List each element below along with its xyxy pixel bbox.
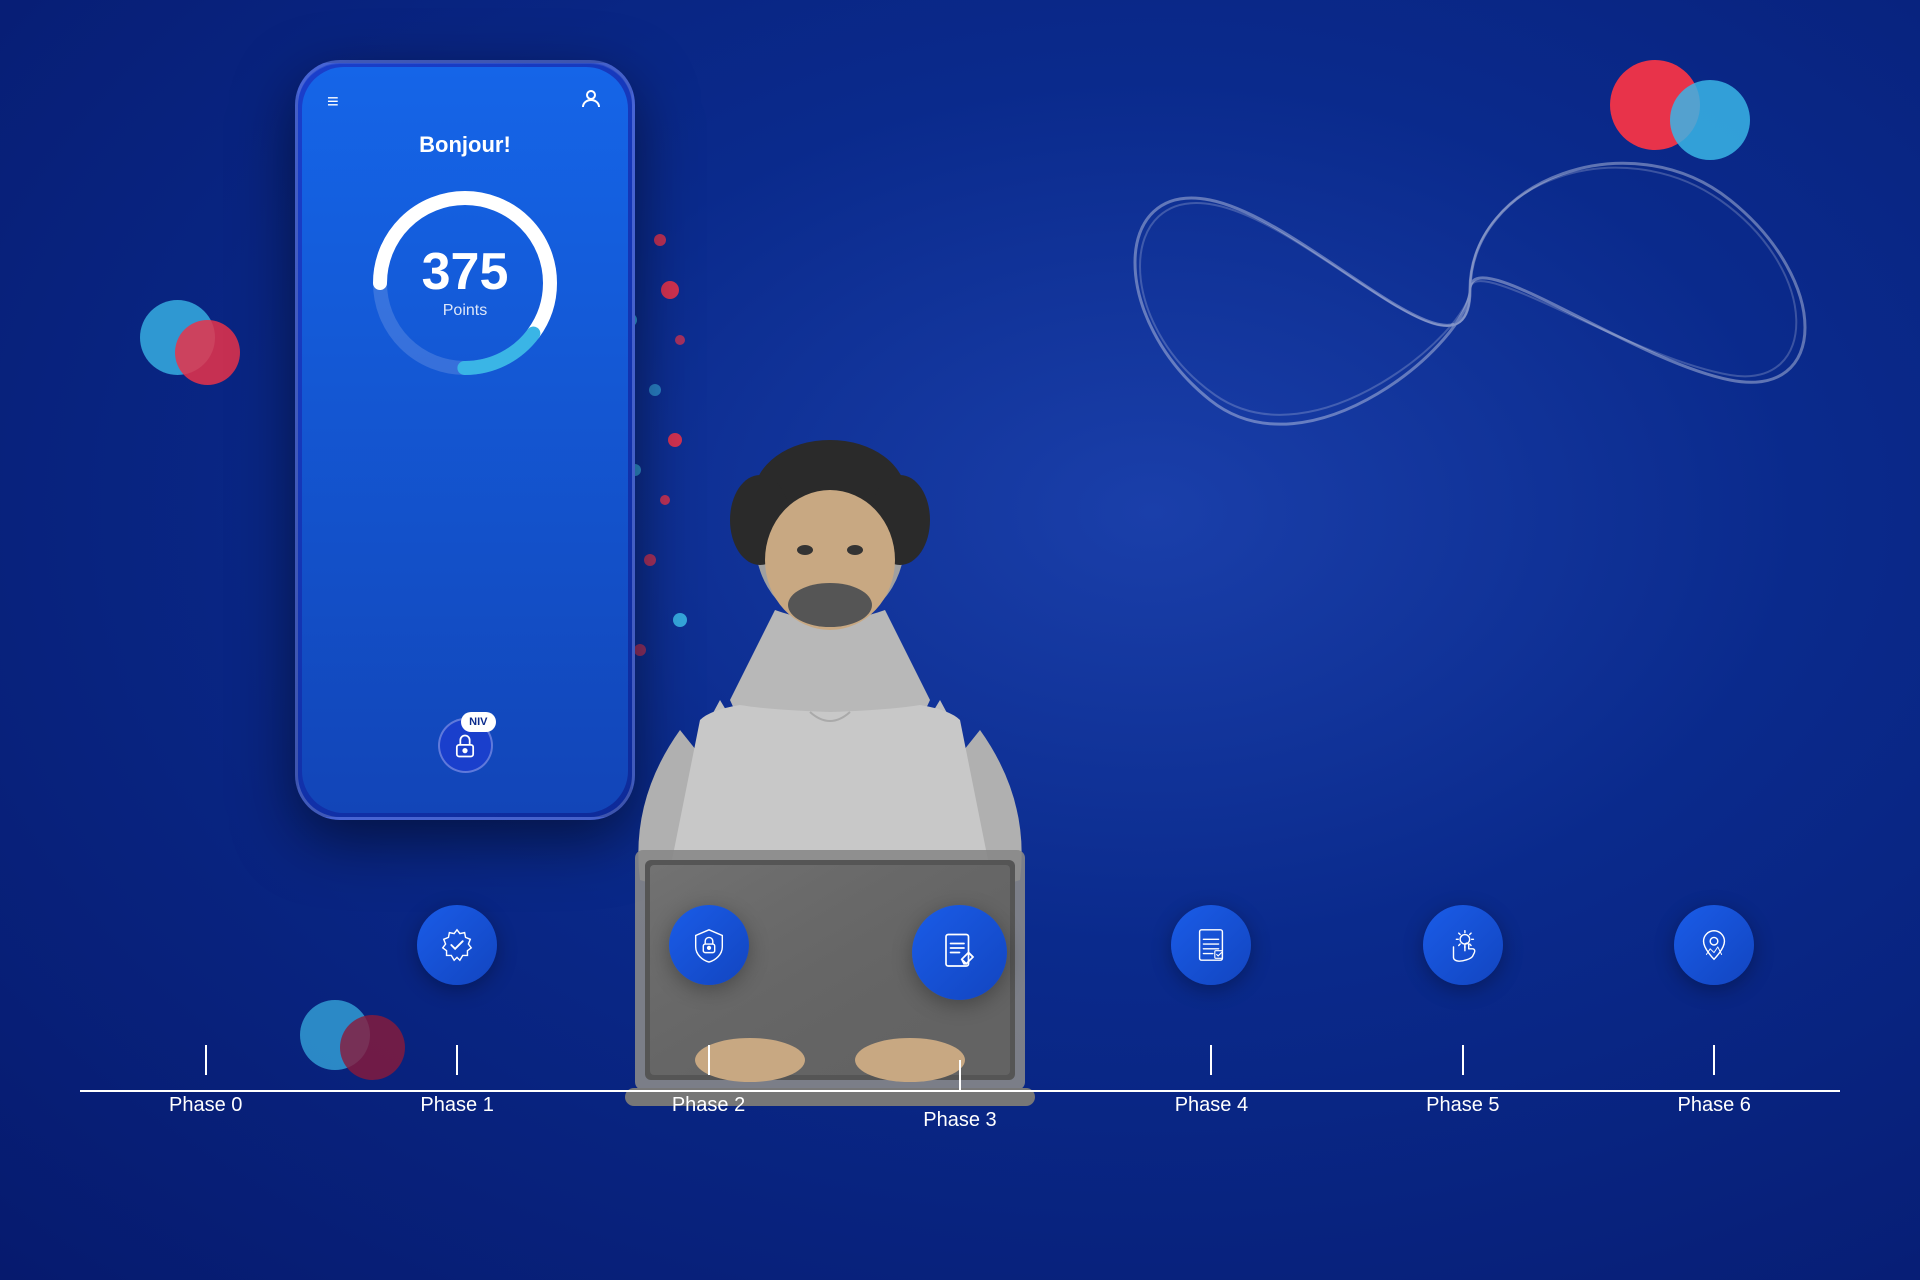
phase4-label: Phase 4	[1175, 1094, 1248, 1117]
phase1-label: Phase 1	[420, 1094, 493, 1117]
phase6-label: Phase 6	[1678, 1094, 1751, 1117]
deco-circle-red-left	[175, 320, 240, 385]
phase6-tick	[1713, 1045, 1715, 1075]
phase5-label: Phase 5	[1426, 1094, 1499, 1117]
phase-item-4: Phase 4	[1086, 905, 1337, 1045]
phase-item-2: Phase 2	[583, 905, 834, 1045]
phone-header: ≡	[322, 87, 608, 117]
infinity-symbol	[1070, 100, 1870, 500]
phase0-label: Phase 0	[169, 1094, 242, 1117]
phase5-icon	[1423, 905, 1503, 985]
points-number: 375	[422, 246, 509, 298]
phase2-tick	[708, 1045, 710, 1075]
phase6-icon	[1674, 905, 1754, 985]
user-icon	[579, 87, 603, 117]
phase-item-1: Phase 1	[331, 905, 582, 1045]
phase1-icon	[417, 905, 497, 985]
timeline: Phase 0 Phase 1 Phase 2	[0, 905, 1920, 1060]
deco-circle-blue-top	[1670, 80, 1750, 160]
phase2-icon	[669, 905, 749, 985]
phase4-tick	[1210, 1045, 1212, 1075]
phase3-tick	[959, 1060, 961, 1090]
points-ring: 375 Points	[365, 183, 565, 383]
phase2-label: Phase 2	[672, 1094, 745, 1117]
phase-item-3: Phase 3	[834, 905, 1085, 1060]
phase-item-5: Phase 5	[1337, 905, 1588, 1045]
phase1-tick	[456, 1045, 458, 1075]
menu-icon: ≡	[327, 91, 340, 114]
phase3-icon	[912, 905, 1007, 1000]
phase-item-0: Phase 0	[80, 905, 331, 1045]
timeline-line	[80, 1090, 1840, 1092]
points-label: Points	[422, 302, 509, 320]
phone-greeting: Bonjour!	[419, 132, 511, 158]
phase-item-6: Phase 6	[1589, 905, 1840, 1045]
phase0-tick	[205, 1045, 207, 1075]
phase4-icon	[1171, 905, 1251, 985]
points-text: 375 Points	[422, 246, 509, 320]
phase5-tick	[1462, 1045, 1464, 1075]
phase3-label: Phase 3	[923, 1109, 996, 1132]
